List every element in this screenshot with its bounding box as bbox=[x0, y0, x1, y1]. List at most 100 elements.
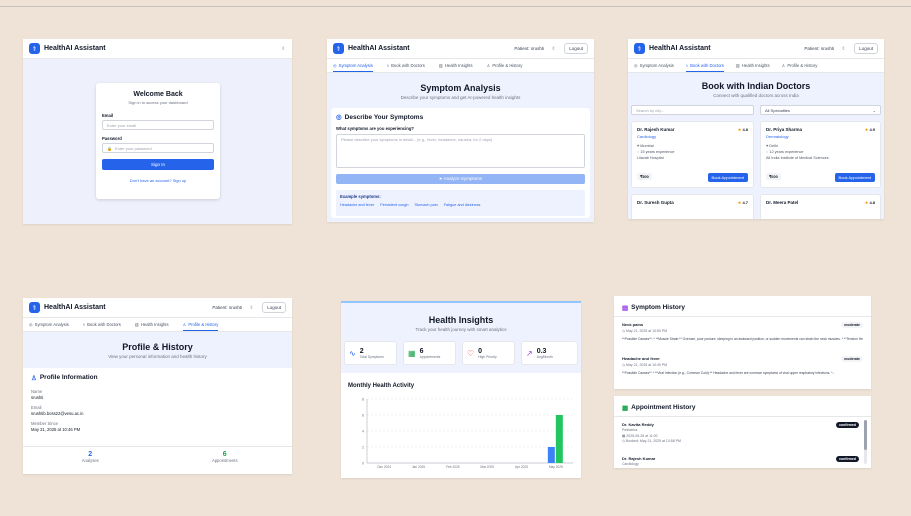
exp-text: 15 years experience bbox=[640, 150, 675, 154]
symptom-history-item: Neck pains moderate ◷ May 21, 2025 at 10… bbox=[622, 322, 863, 341]
heart-icon: ♡ bbox=[467, 348, 475, 358]
stethoscope-icon: ◎ bbox=[29, 322, 33, 327]
city-search-input[interactable]: Search by city... bbox=[631, 105, 754, 115]
tab-symptom-analysis[interactable]: ◎ Symptom Analysis bbox=[634, 59, 674, 72]
example-chip[interactable]: Headache and fever bbox=[340, 203, 374, 207]
appointment-doctor: Dr. Rajesh Kumar bbox=[622, 456, 656, 461]
user-label: Patient: srushti bbox=[514, 46, 545, 51]
doctor-name: Dr. Priya Sharma bbox=[766, 127, 803, 132]
stat-value: 2 bbox=[359, 347, 364, 355]
book-appointment-button[interactable]: Book Appointment bbox=[707, 173, 748, 182]
severity-badge: moderate bbox=[841, 322, 863, 328]
tab-profile-history[interactable]: ♙ Profile & History bbox=[487, 59, 523, 72]
item-title: Neck pains bbox=[622, 322, 644, 327]
appointment-booked: ◷ Booked: May 21, 2025 at 10:58 PM bbox=[622, 439, 859, 443]
symptom-textarea[interactable]: Please describe your symptoms in detail.… bbox=[336, 134, 585, 168]
main-tabs: ◎ Symptom Analysis ⚕ Book with Doctors ▥ He… bbox=[628, 59, 884, 73]
page-hero: Symptom Analysis Describe your symptoms … bbox=[327, 73, 594, 222]
doctor-fee: ₹600 bbox=[766, 173, 781, 180]
appointment-history-card: ▦ Appointment History Dr. Kavita Reddy co… bbox=[614, 396, 871, 468]
doctor-card: Dr. Priya Sharma ★ 4.9 Dermatology ⌖ Del… bbox=[760, 121, 881, 188]
bar bbox=[555, 415, 563, 463]
login-screenshot: ⚕ HealthAI Assistant ☾ Welcome Back Sign… bbox=[23, 39, 292, 224]
status-badge: confirmed bbox=[836, 422, 859, 428]
x-tick-label: Mar 2025 bbox=[480, 465, 494, 469]
file-text-icon: ▤ bbox=[622, 305, 629, 312]
date-text: May 21, 2025 at 10:49 PM bbox=[626, 363, 668, 367]
doctor-fee: ₹500 bbox=[637, 173, 652, 180]
logout-button[interactable]: Logout bbox=[262, 302, 286, 313]
tab-book-doctors[interactable]: ⚕ Book with Doctors bbox=[83, 318, 121, 331]
tab-label: Symptom Analysis bbox=[338, 62, 373, 68]
tab-symptom-analysis[interactable]: ◎ Symptom Analysis bbox=[333, 59, 373, 72]
stethoscope-icon: ⚕ bbox=[386, 63, 390, 68]
specialty-select-value: All Specialties bbox=[765, 108, 790, 113]
symptom-history-card: ▤ Symptom History Neck pains moderate ◷ M… bbox=[614, 296, 871, 389]
tab-health-insights[interactable]: ▥ Health Insights bbox=[135, 318, 169, 331]
book-appointment-button[interactable]: Book Appointment bbox=[834, 173, 875, 182]
item-title: Headache and fever bbox=[622, 356, 660, 361]
booked-text: Booked: May 21, 2025 at 10:58 PM bbox=[626, 439, 681, 443]
scrollbar-thumb[interactable] bbox=[864, 420, 867, 450]
profile-card-title: ♙ Profile Information bbox=[31, 374, 284, 382]
user-label: Patient: srushti bbox=[804, 46, 835, 51]
example-chip[interactable]: Persistent cough bbox=[380, 203, 408, 207]
example-chip[interactable]: Stomach pain bbox=[415, 203, 438, 207]
stat-label: Avg/Month bbox=[536, 354, 553, 359]
describe-card: ◎ Describe Your Symptoms What symptoms ar… bbox=[331, 108, 590, 218]
tab-health-insights[interactable]: ▥ Health Insights bbox=[439, 59, 473, 72]
trending-up-icon: ↗ bbox=[526, 348, 533, 358]
email-label: Email bbox=[102, 113, 114, 118]
logout-button[interactable]: Logout bbox=[854, 43, 878, 54]
theme-toggle-icon[interactable]: ☾ bbox=[842, 46, 846, 52]
app-header: ⚕ HealthAI Assistant ☾ bbox=[23, 39, 292, 59]
stat-card: ▦ 6 Appointments bbox=[403, 341, 456, 365]
scrollbar[interactable] bbox=[864, 420, 867, 464]
user-label: Patient: srushti bbox=[212, 305, 243, 310]
logout-button[interactable]: Logout bbox=[564, 43, 588, 54]
theme-toggle-icon[interactable]: ☾ bbox=[552, 46, 556, 52]
doctor-specialty: Cardiology bbox=[637, 134, 657, 139]
doctor-hospital: Lilavati Hospital bbox=[637, 156, 664, 160]
tab-symptom-analysis[interactable]: ◎ Symptom Analysis bbox=[29, 318, 69, 331]
appointment-doctor: Dr. Kavita Reddy bbox=[622, 422, 654, 427]
tab-profile-history[interactable]: ♙ Profile & History bbox=[782, 59, 818, 72]
theme-toggle-icon[interactable]: ☾ bbox=[250, 305, 254, 311]
profile-card: ♙ Profile Information Name srushti Email … bbox=[23, 368, 292, 474]
tab-label: Health Insights bbox=[444, 63, 473, 68]
doctor-card: Dr. Meera Patel ★ 4.8 bbox=[760, 194, 881, 219]
sign-in-button[interactable]: Sign In bbox=[102, 159, 214, 170]
examples-box: Example symptoms: Headache and fever Per… bbox=[336, 190, 585, 216]
analyses-label: Analyses bbox=[81, 458, 99, 463]
analyze-symptoms-button[interactable]: ➤ Analyze Symptoms bbox=[336, 174, 585, 184]
member-since-label: Member Since bbox=[31, 421, 58, 426]
doctor-experience: ◌ 15 years experience bbox=[637, 150, 748, 154]
page-title: Profile & History bbox=[122, 342, 193, 352]
user-icon: ♙ bbox=[781, 63, 786, 68]
specialty-select[interactable]: All Specialties ⌄ bbox=[760, 105, 881, 115]
main-tabs: ◎ Symptom Analysis ⚕ Book with Doctors ▥ He… bbox=[23, 318, 292, 332]
doctor-card: Dr. Rajesh Kumar ★ 4.8 Cardiology ⌖ Mumb… bbox=[631, 121, 754, 188]
tab-book-doctors[interactable]: ⚕ Book with Doctors bbox=[387, 59, 425, 72]
tab-profile-history[interactable]: ♙ Profile & History bbox=[182, 318, 219, 331]
item-summary: **Possible Causes**: * **Muscle Strain:*… bbox=[622, 337, 863, 341]
analyses-stat: 2 Analyses bbox=[23, 447, 158, 463]
y-tick-label: 4 bbox=[362, 430, 364, 434]
symptom-history-item: Headache and fever moderate ◷ May 21, 20… bbox=[622, 356, 863, 375]
chevron-down-icon: ⌄ bbox=[872, 108, 876, 113]
profile-name: srushti bbox=[31, 395, 44, 400]
tab-health-insights[interactable]: ▥ Health Insights bbox=[736, 59, 770, 72]
example-chip[interactable]: Fatigue and dizziness bbox=[444, 203, 481, 207]
password-input[interactable]: 🔒 Enter your password bbox=[102, 143, 214, 153]
sign-up-link[interactable]: Don't have an account? Sign up bbox=[102, 178, 214, 183]
page-subtitle: Describe your symptoms and get AI-powere… bbox=[400, 95, 521, 100]
bar-chart-icon: ▥ bbox=[735, 63, 740, 68]
profile-email: srushtib.boss22@vesu.ac.in bbox=[31, 411, 84, 416]
email-input[interactable]: Enter your email bbox=[102, 120, 214, 130]
stat-card: ↗ 0.3 Avg/Month bbox=[521, 341, 578, 365]
theme-toggle-icon[interactable]: ☾ bbox=[282, 46, 286, 52]
symptom-analysis-screenshot: ⚕ HealthAI Assistant Patient: srushti ☾ … bbox=[327, 39, 594, 222]
tab-label: Health Insights bbox=[741, 63, 770, 68]
severity-badge: moderate bbox=[841, 356, 863, 362]
tab-book-doctors[interactable]: ⚕ Book with Doctors bbox=[685, 59, 724, 72]
